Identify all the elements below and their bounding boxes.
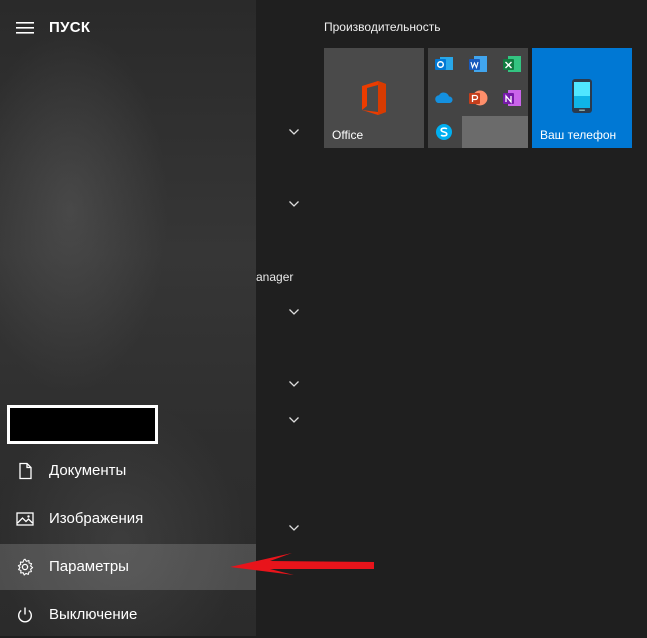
nav-item-settings[interactable]: Параметры	[0, 544, 256, 590]
user-account-button[interactable]	[7, 405, 158, 444]
tile-label: Office	[332, 128, 364, 142]
word-icon[interactable]	[462, 48, 494, 80]
nav-item-label: Выключение	[49, 606, 138, 623]
expand-group-chevron-icon[interactable]	[288, 416, 300, 424]
nav-item-label: Документы	[49, 462, 127, 479]
annotation-arrow-icon	[230, 553, 374, 575]
empty-folder-slot	[462, 116, 528, 148]
expand-group-chevron-icon[interactable]	[288, 200, 300, 208]
expand-group-chevron-icon[interactable]	[288, 380, 300, 388]
expand-group-chevron-icon[interactable]	[288, 524, 300, 532]
hamburger-menu-icon	[16, 22, 34, 34]
nav-item-label: Параметры	[49, 558, 129, 575]
document-icon	[19, 462, 32, 480]
office-tile[interactable]: Office	[324, 48, 424, 148]
expand-group-chevron-icon[interactable]	[288, 128, 300, 136]
your-phone-tile[interactable]: Ваш телефон	[532, 48, 632, 148]
nav-item-power[interactable]: Выключение	[0, 592, 256, 638]
office-icon	[362, 81, 386, 115]
nav-item-label: Изображения	[49, 510, 144, 527]
tile-label: Ваш телефон	[540, 128, 617, 142]
expand-group-chevron-icon[interactable]	[288, 308, 300, 316]
expand-menu-button[interactable]	[12, 16, 40, 40]
powerpoint-icon[interactable]	[462, 82, 494, 114]
app-list-item-label[interactable]: anager	[256, 270, 293, 284]
onedrive-icon[interactable]	[428, 82, 460, 114]
power-icon	[18, 607, 32, 623]
app-list	[256, 0, 318, 636]
excel-icon[interactable]	[496, 48, 528, 80]
outlook-icon[interactable]	[428, 48, 460, 80]
skype-icon[interactable]	[428, 116, 460, 148]
nav-item-pictures[interactable]: Изображения	[0, 496, 256, 542]
start-title: ПУСК	[49, 19, 91, 36]
phone-icon	[572, 79, 592, 113]
onenote-icon[interactable]	[496, 82, 528, 114]
start-nav-rail: ПУСК Документы Изображения Параметры Вык…	[0, 0, 256, 636]
start-header: ПУСК	[0, 0, 256, 56]
nav-item-documents[interactable]: Документы	[0, 448, 256, 494]
image-icon	[16, 512, 34, 526]
tile-group-title[interactable]: Производительность	[324, 20, 440, 34]
gear-icon	[17, 558, 34, 576]
